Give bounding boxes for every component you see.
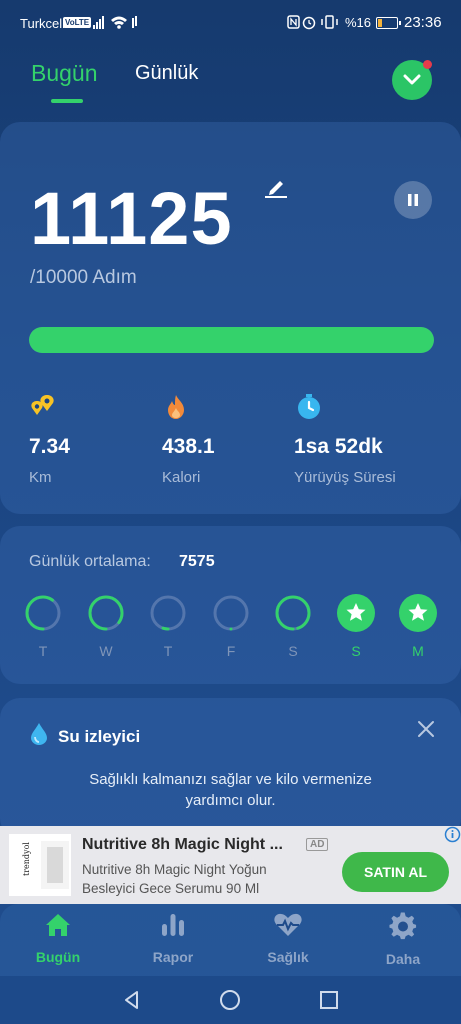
signal-wifi-icons	[93, 14, 143, 33]
home-icon	[46, 914, 70, 936]
ad-buy-button[interactable]: SATIN AL	[342, 852, 449, 892]
nav-health[interactable]: Sağlık	[248, 912, 328, 965]
water-tracker-title: Su izleyici	[58, 727, 141, 746]
distance-value: 7.34	[29, 435, 70, 458]
calorie-value: 438.1	[162, 435, 215, 458]
day-label: F	[226, 643, 236, 659]
steps-count: 11125	[30, 177, 233, 260]
progress-ring-icon	[275, 595, 311, 631]
tab-indicator	[51, 99, 83, 103]
day-label: W	[99, 643, 113, 659]
day-progress-ring[interactable]	[274, 594, 312, 632]
chevron-down-icon	[403, 74, 421, 85]
pause-icon	[408, 194, 418, 206]
water-tracker-description: Sağlıklı kalmanızı sağlar ve kilo vermen…	[89, 771, 372, 809]
back-icon[interactable]	[121, 989, 143, 1011]
edit-icon[interactable]	[264, 174, 290, 205]
step-progress-fill	[29, 327, 434, 353]
nav-more[interactable]: Daha	[363, 912, 443, 967]
stopwatch-icon	[296, 394, 322, 425]
day-label: M	[412, 643, 424, 659]
svg-text:trendyol: trendyol	[22, 842, 31, 876]
daily-average-label: Günlük ortalama:	[29, 553, 151, 570]
nav-health-label: Sağlık	[267, 949, 309, 965]
day-label: S	[288, 643, 298, 659]
bar-chart-icon	[162, 914, 184, 936]
step-goal: /10000 Adım	[30, 267, 137, 288]
day-progress-ring[interactable]	[87, 594, 125, 632]
day-progress-ring[interactable]	[337, 594, 375, 632]
location-pins-icon	[29, 394, 57, 423]
pause-button[interactable]	[394, 181, 432, 219]
system-nav-bar	[0, 976, 461, 1024]
notification-dot	[423, 60, 432, 69]
nav-more-label: Daha	[385, 951, 421, 967]
heart-pulse-icon	[274, 913, 302, 936]
ad-info-icon[interactable]	[444, 826, 461, 843]
nav-today-label: Bugün	[35, 949, 81, 965]
signal-icon	[93, 16, 137, 29]
recents-icon[interactable]	[318, 989, 340, 1011]
daily-average-value: 7575	[179, 553, 215, 570]
day-progress-ring[interactable]	[399, 594, 437, 632]
progress-ring-icon	[88, 595, 124, 631]
progress-ring-icon	[213, 595, 249, 631]
day-progress-ring[interactable]	[212, 594, 250, 632]
nav-today[interactable]: Bugün	[18, 912, 98, 965]
system-icons	[287, 14, 343, 33]
star-icon	[399, 594, 437, 632]
gear-icon	[389, 912, 417, 940]
ad-description[interactable]: Nutritive 8h Magic Night Yoğun Besleyici…	[82, 860, 322, 898]
day-progress-ring[interactable]	[149, 594, 187, 632]
volte-badge: VoLTE	[63, 17, 92, 28]
walk-time-label: Yürüyüş Süresi	[294, 469, 396, 486]
tab-daily[interactable]: Günlük	[135, 62, 198, 85]
close-icon[interactable]	[416, 719, 436, 744]
distance-label: Km	[29, 469, 52, 486]
flame-icon	[164, 394, 188, 425]
home-circle-icon[interactable]	[219, 989, 241, 1011]
step-progress-bar	[29, 327, 434, 353]
progress-ring-icon	[150, 595, 186, 631]
nav-report-label: Rapor	[152, 949, 194, 965]
nav-report[interactable]: Rapor	[133, 912, 213, 965]
carrier-name: Turkcell	[20, 16, 66, 31]
day-label: S	[351, 643, 361, 659]
calorie-label: Kalori	[162, 469, 201, 486]
walk-time-value: 1sa 52dk	[294, 435, 383, 458]
progress-ring-icon	[25, 595, 61, 631]
nfc-alarm-vibrate-icons	[287, 15, 338, 30]
day-label: T	[163, 643, 173, 659]
water-tracker-card[interactable]	[0, 698, 461, 838]
ad-image[interactable]: trendyol	[9, 834, 71, 896]
battery-icon	[376, 17, 401, 29]
goal-check-button[interactable]	[392, 60, 432, 100]
day-progress-ring[interactable]	[24, 594, 62, 632]
star-icon	[337, 594, 375, 632]
day-label: T	[38, 643, 48, 659]
water-drop-icon	[30, 722, 48, 751]
ad-badge: AD	[306, 838, 329, 851]
battery-percent: %16	[345, 15, 372, 30]
status-bar: Turkcell VoLTE %16 23:36	[0, 0, 461, 48]
ad-title[interactable]: Nutritive 8h Magic Night ...	[82, 836, 302, 854]
tab-today[interactable]: Bugün	[31, 60, 98, 87]
clock: 23:36	[404, 14, 442, 31]
